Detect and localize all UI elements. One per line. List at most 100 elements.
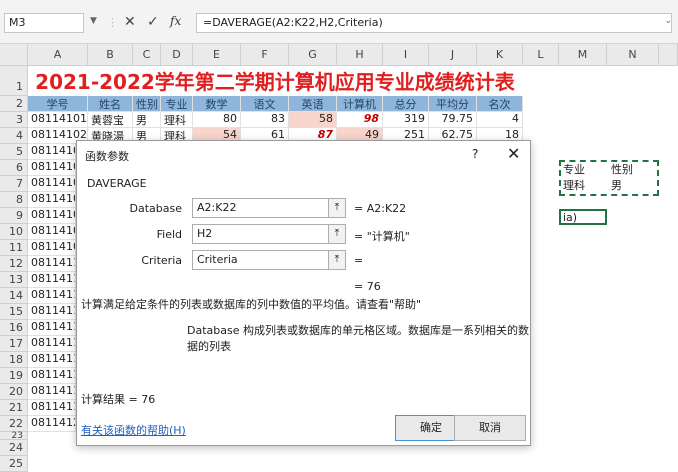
table-cell[interactable]: 58 (289, 112, 337, 128)
row-header[interactable]: 3 (0, 112, 28, 128)
row-header[interactable]: 21 (0, 400, 28, 416)
column-header-j[interactable]: J (429, 44, 477, 66)
active-cell-editor[interactable]: ia) (559, 209, 607, 225)
table-cell[interactable]: 80 (193, 112, 241, 128)
column-header-k[interactable]: K (477, 44, 523, 66)
table-cell[interactable]: 0811411 (28, 304, 76, 320)
table-cell[interactable]: 0811411 (28, 320, 76, 336)
table-cell[interactable]: 4 (477, 112, 523, 128)
name-box[interactable]: M3 (4, 13, 84, 33)
select-all-corner[interactable] (0, 44, 28, 66)
collapse-dialog-icon[interactable]: ⤒ (328, 198, 346, 218)
table-cell[interactable]: 0811410 (28, 160, 76, 176)
table-header-cell[interactable]: 名次 (477, 96, 523, 112)
chevron-down-icon[interactable]: ▼ (90, 16, 97, 26)
table-header-cell[interactable]: 平均分 (429, 96, 477, 112)
column-header-n[interactable]: N (607, 44, 659, 66)
column-header-i[interactable]: I (383, 44, 429, 66)
table-cell[interactable]: 理科 (161, 112, 193, 128)
row-header[interactable]: 15 (0, 304, 28, 320)
table-cell[interactable]: 0811411 (28, 368, 76, 384)
table-header-cell[interactable]: 姓名 (88, 96, 133, 112)
column-header-d[interactable]: D (161, 44, 193, 66)
table-header-cell[interactable]: 计算机 (337, 96, 383, 112)
row-header[interactable]: 23 (0, 432, 28, 441)
table-cell[interactable]: 83 (241, 112, 289, 128)
table-cell[interactable]: 0811410 (28, 208, 76, 224)
table-cell[interactable]: 98 (337, 112, 383, 128)
table-cell[interactable]: 0811411 (28, 336, 76, 352)
table-cell[interactable]: 0811410 (28, 192, 76, 208)
function-help-link[interactable]: 有关该函数的帮助(H) (81, 422, 186, 438)
database-field[interactable]: A2:K22 (192, 198, 342, 218)
column-header-c[interactable]: C (133, 44, 161, 66)
sheet-title[interactable]: 2021-2022学年第二学期计算机应用专业成绩统计表 (30, 68, 520, 96)
row-header[interactable]: 18 (0, 352, 28, 368)
row-header[interactable]: 6 (0, 160, 28, 176)
table-cell[interactable]: 0811411 (28, 272, 76, 288)
column-header-h[interactable]: H (337, 44, 383, 66)
cancel-button[interactable]: 取消 (454, 415, 526, 441)
row-header[interactable]: 2 (0, 96, 28, 112)
table-cell[interactable]: 0811411 (28, 384, 76, 400)
enter-formula-icon[interactable]: ✓ (147, 14, 159, 30)
row-header[interactable]: 1 (0, 66, 28, 96)
table-header-cell[interactable]: 学号 (28, 96, 88, 112)
table-cell[interactable]: 0811410 (28, 176, 76, 192)
table-header-cell[interactable]: 语文 (241, 96, 289, 112)
column-header-e[interactable]: E (193, 44, 241, 66)
row-header[interactable]: 9 (0, 208, 28, 224)
column-header-b[interactable]: B (88, 44, 133, 66)
row-header[interactable]: 8 (0, 192, 28, 208)
field-field[interactable]: H2 (192, 224, 342, 244)
row-header[interactable]: 4 (0, 128, 28, 144)
table-header-cell[interactable]: 数学 (193, 96, 241, 112)
help-icon[interactable]: ? (472, 147, 478, 161)
row-header[interactable]: 25 (0, 456, 28, 472)
row-header[interactable]: 13 (0, 272, 28, 288)
row-header[interactable]: 5 (0, 144, 28, 160)
column-header-g[interactable]: G (289, 44, 337, 66)
column-header-a[interactable]: A (28, 44, 88, 66)
scrollbar-track[interactable] (659, 44, 678, 66)
table-header-cell[interactable]: 总分 (383, 96, 429, 112)
row-header[interactable]: 10 (0, 224, 28, 240)
expand-formula-icon[interactable]: ⌄ (664, 16, 672, 26)
row-header[interactable]: 17 (0, 336, 28, 352)
row-header[interactable]: 20 (0, 384, 28, 400)
table-header-cell[interactable]: 性别 (133, 96, 161, 112)
table-cell[interactable]: 0811411 (28, 352, 76, 368)
row-header[interactable]: 19 (0, 368, 28, 384)
formula-input[interactable]: =DAVERAGE(A2:K22,H2,Criteria) (196, 13, 672, 33)
row-header[interactable]: 24 (0, 440, 28, 456)
column-header-m[interactable]: M (559, 44, 607, 66)
column-header-f[interactable]: F (241, 44, 289, 66)
criteria-header-cell[interactable]: 性别 (608, 161, 658, 177)
row-header[interactable]: 12 (0, 256, 28, 272)
collapse-dialog-icon[interactable]: ⤒ (328, 250, 346, 270)
row-header[interactable]: 11 (0, 240, 28, 256)
close-icon[interactable]: ✕ (507, 144, 520, 163)
table-cell[interactable]: 08114101 (28, 112, 88, 128)
table-cell[interactable]: 0811410 (28, 224, 76, 240)
table-cell[interactable]: 79.75 (429, 112, 477, 128)
criteria-field[interactable]: Criteria (192, 250, 342, 270)
table-cell[interactable]: 0811410 (28, 240, 76, 256)
row-header[interactable]: 22 (0, 416, 28, 432)
collapse-dialog-icon[interactable]: ⤒ (328, 224, 346, 244)
cancel-formula-icon[interactable]: ✕ (124, 14, 136, 30)
table-cell[interactable]: 0811412 (28, 416, 76, 432)
table-cell[interactable]: 0811411 (28, 256, 76, 272)
table-cell[interactable]: 0811411 (28, 288, 76, 304)
criteria-header-cell[interactable]: 专业 (560, 161, 606, 177)
table-cell[interactable]: 0811411 (28, 400, 76, 416)
table-cell[interactable]: 0811410 (28, 144, 76, 160)
row-header[interactable]: 14 (0, 288, 28, 304)
insert-function-icon[interactable]: fx (170, 14, 181, 28)
row-header[interactable]: 7 (0, 176, 28, 192)
criteria-value-cell[interactable]: 理科 (560, 177, 606, 193)
table-cell[interactable]: 男 (133, 112, 161, 128)
criteria-value-cell[interactable]: 男 (608, 177, 658, 193)
row-header[interactable]: 16 (0, 320, 28, 336)
column-header-l[interactable]: L (523, 44, 559, 66)
